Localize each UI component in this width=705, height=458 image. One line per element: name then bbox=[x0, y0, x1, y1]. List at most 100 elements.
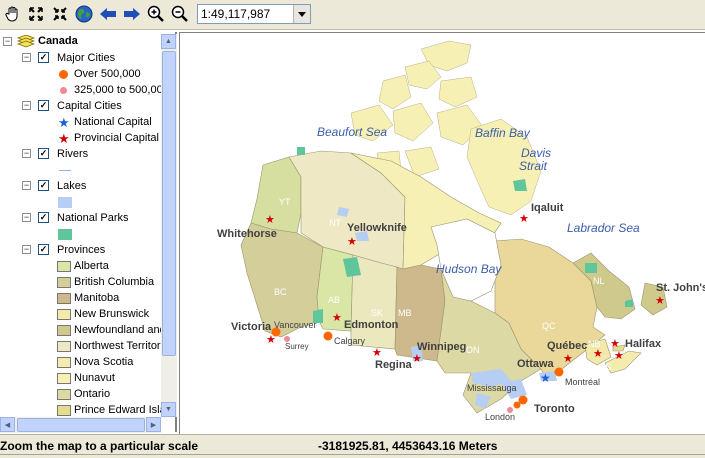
table-of-contents: − Canada − ✓ Major Cities Over 500,000 3… bbox=[0, 32, 177, 432]
toc-horizontal-scrollbar[interactable]: ◀ ▶ bbox=[0, 417, 161, 433]
scale-select[interactable]: 1:49,117,987 bbox=[197, 4, 311, 24]
pan-icon[interactable] bbox=[3, 4, 23, 24]
abbrev-ns: NS bbox=[599, 362, 612, 372]
label-edmonton: Edmonton bbox=[344, 319, 399, 331]
label-victoria: Victoria bbox=[231, 321, 272, 333]
marker-iqaluit[interactable]: ★ bbox=[519, 213, 529, 225]
collapse-major-cities-button[interactable]: − bbox=[22, 53, 31, 62]
scroll-up-icon[interactable]: ▲ bbox=[161, 34, 176, 49]
province-swatch-newfoundland bbox=[57, 325, 71, 336]
collapse-provinces-button[interactable]: − bbox=[22, 245, 31, 254]
label-halifax: Halifax bbox=[625, 338, 662, 350]
province-swatch-prince-edward-island bbox=[57, 405, 71, 416]
abbrev-ab: AB bbox=[328, 295, 340, 305]
legend-major-city-large: Over 500,000 bbox=[74, 68, 141, 80]
major-city-large-symbol bbox=[59, 70, 68, 79]
legend-provincial-capital: Provincial Capital bbox=[74, 132, 159, 144]
layer-label-capital-cities: Capital Cities bbox=[57, 100, 122, 112]
marker-winnipeg[interactable]: ★ bbox=[412, 353, 422, 365]
major-cities-checkbox[interactable]: ✓ bbox=[38, 52, 49, 63]
abbrev-nl: NL bbox=[593, 276, 605, 286]
legend-province: Northwest Territor bbox=[74, 340, 161, 352]
marker-fredericton[interactable]: ★ bbox=[610, 338, 620, 350]
river-symbol bbox=[59, 170, 71, 171]
toc-vertical-scrollbar[interactable]: ▲ ▼ bbox=[161, 34, 177, 417]
collapse-lakes-button[interactable]: − bbox=[22, 181, 31, 190]
marker-quebec[interactable]: ★ bbox=[563, 353, 573, 365]
marker-charlottetown[interactable]: ★ bbox=[593, 348, 603, 360]
label-baffin-bay: Baffin Bay bbox=[475, 126, 531, 140]
label-iqaluit: Iqaluit bbox=[531, 202, 564, 214]
marker-ottawa[interactable]: ★ bbox=[540, 371, 551, 385]
status-divider bbox=[0, 454, 705, 455]
marker-halifax[interactable]: ★ bbox=[614, 350, 624, 362]
collapse-rivers-button[interactable]: − bbox=[22, 149, 31, 158]
legend-province: Alberta bbox=[74, 260, 109, 272]
label-regina: Regina bbox=[375, 359, 413, 371]
label-calgary: Calgary bbox=[334, 336, 366, 346]
status-bar: Zoom the map to a particular scale -3181… bbox=[0, 434, 705, 458]
marker-whitehorse[interactable]: ★ bbox=[265, 214, 275, 226]
legend-major-city-medium: 325,000 to 500,000 bbox=[74, 84, 169, 96]
toc-horizontal-scroll-thumb[interactable] bbox=[17, 418, 145, 432]
marker-st-johns[interactable]: ★ bbox=[655, 295, 665, 307]
major-city-medium-symbol bbox=[60, 87, 67, 94]
label-hudson-bay: Hudson Bay bbox=[436, 262, 502, 276]
scroll-left-icon[interactable]: ◀ bbox=[0, 417, 15, 432]
province-swatch-alberta bbox=[57, 261, 71, 272]
rivers-checkbox[interactable]: ✓ bbox=[38, 148, 49, 159]
label-vancouver: Vancouver bbox=[274, 320, 316, 330]
map-canvas: Beaufort Sea Baffin Bay Davis Strait Lab… bbox=[217, 40, 705, 422]
province-yukon bbox=[250, 156, 302, 234]
province-swatch-northwest-territories bbox=[57, 341, 71, 352]
label-yellowknife: Yellowknife bbox=[347, 222, 407, 234]
zoom-out-icon[interactable] bbox=[170, 4, 190, 24]
toc-vertical-scroll-thumb[interactable] bbox=[162, 51, 176, 356]
label-winnipeg: Winnipeg bbox=[417, 341, 466, 353]
globe-icon[interactable] bbox=[74, 4, 94, 24]
label-labrador-sea: Labrador Sea bbox=[567, 221, 640, 235]
marker-regina[interactable]: ★ bbox=[372, 347, 382, 359]
abbrev-on: ON bbox=[466, 345, 480, 355]
layer-label-provinces: Provinces bbox=[57, 244, 106, 256]
national-parks-checkbox[interactable]: ✓ bbox=[38, 212, 49, 223]
scroll-right-icon[interactable]: ▶ bbox=[146, 417, 161, 432]
legend-national-capital: National Capital bbox=[74, 116, 152, 128]
abbrev-nt: NT bbox=[329, 218, 341, 228]
zoom-previous-extent-icon[interactable] bbox=[50, 4, 70, 24]
chevron-down-icon[interactable] bbox=[293, 5, 310, 23]
scroll-down-icon[interactable]: ▼ bbox=[161, 402, 176, 417]
marker-mississauga bbox=[513, 401, 521, 409]
capital-cities-checkbox[interactable]: ✓ bbox=[38, 100, 49, 111]
national-parks-swatch bbox=[58, 229, 72, 240]
label-whitehorse: Whitehorse bbox=[217, 228, 277, 240]
label-ottawa: Ottawa bbox=[517, 358, 555, 370]
abbrev-sk: SK bbox=[371, 308, 383, 318]
label-surrey: Surrey bbox=[285, 342, 309, 351]
back-arrow-icon[interactable] bbox=[98, 4, 118, 24]
abbrev-yt: YT bbox=[279, 197, 291, 207]
legend-province: Nunavut bbox=[74, 372, 115, 384]
legend-province: Nova Scotia bbox=[74, 356, 134, 368]
label-davis: Davis bbox=[521, 146, 551, 160]
collapse-capital-cities-button[interactable]: − bbox=[22, 101, 31, 110]
layer-label-rivers: Rivers bbox=[57, 148, 89, 160]
status-coordinates: -3181925.81, 4453643.16 Meters bbox=[318, 439, 498, 453]
provinces-checkbox[interactable]: ✓ bbox=[38, 244, 49, 255]
provincial-capital-star-icon: ★ bbox=[58, 131, 70, 146]
marker-yellowknife[interactable]: ★ bbox=[347, 236, 357, 248]
marker-edmonton[interactable]: ★ bbox=[332, 312, 342, 324]
legend-province: Manitoba bbox=[74, 292, 120, 304]
forward-arrow-icon[interactable] bbox=[122, 4, 142, 24]
zoom-full-extent-icon[interactable] bbox=[26, 4, 46, 24]
map-view[interactable]: Beaufort Sea Baffin Bay Davis Strait Lab… bbox=[179, 32, 705, 434]
abbrev-mb: MB bbox=[398, 308, 412, 318]
collapse-canada-button[interactable]: − bbox=[3, 37, 12, 46]
collapse-national-parks-button[interactable]: − bbox=[22, 213, 31, 222]
scale-value: 1:49,117,987 bbox=[201, 7, 271, 21]
label-strait: Strait bbox=[519, 159, 548, 173]
lakes-checkbox[interactable]: ✓ bbox=[38, 180, 49, 191]
national-capital-star-icon: ★ bbox=[58, 115, 70, 130]
zoom-in-icon[interactable] bbox=[146, 4, 166, 24]
label-beaufort-sea: Beaufort Sea bbox=[317, 125, 387, 139]
